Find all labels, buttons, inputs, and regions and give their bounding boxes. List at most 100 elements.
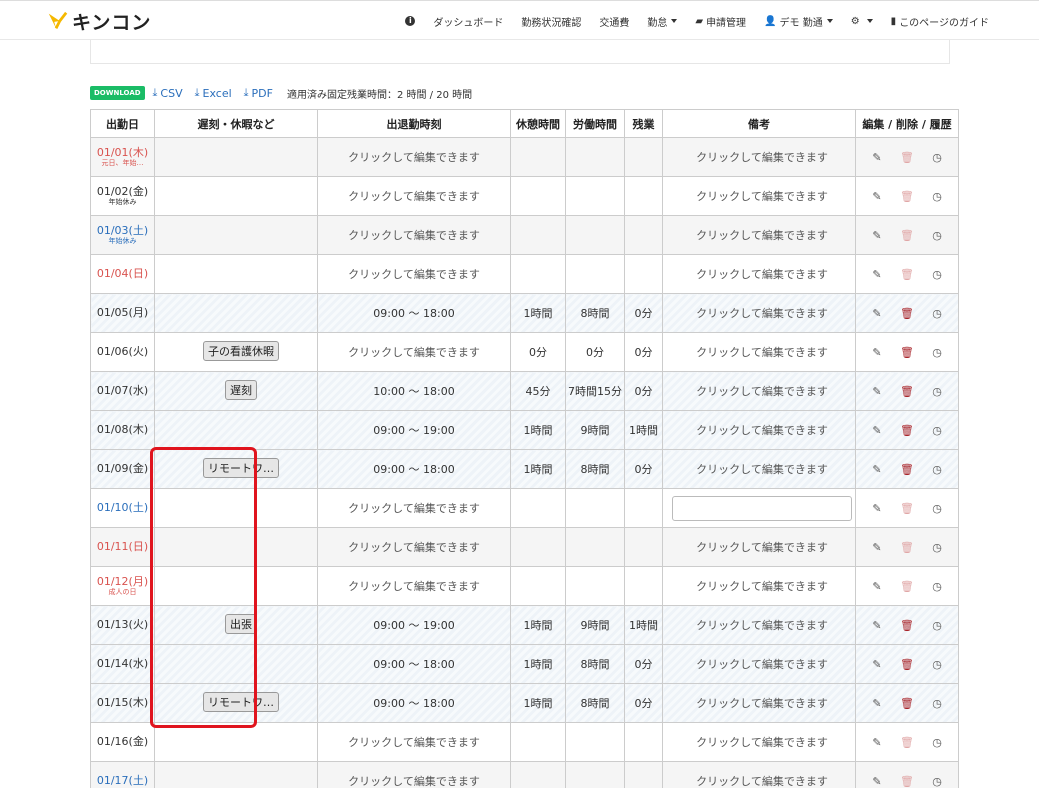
remarks-input[interactable] <box>672 495 852 521</box>
clock-cell[interactable]: クリックして編集できます <box>317 215 511 255</box>
leave-cell[interactable] <box>154 410 318 450</box>
clock-cell[interactable]: 09:00 ～ 18:00 <box>317 293 511 333</box>
remarks-cell[interactable]: クリックして編集できます <box>662 215 856 255</box>
clock-cell[interactable]: 09:00 ～ 18:00 <box>317 449 511 489</box>
trash-icon[interactable]: 🗑 <box>900 307 914 320</box>
remarks-cell[interactable]: クリックして編集できます <box>662 254 856 294</box>
excel-download-link[interactable]: ⤓ Excel <box>195 86 232 100</box>
history-clock-icon[interactable]: ◷ <box>930 658 944 671</box>
nav-item-7[interactable]: ⚙ <box>851 16 873 27</box>
history-clock-icon[interactable]: ◷ <box>930 229 944 242</box>
leave-cell[interactable]: 出張 <box>154 605 318 645</box>
history-clock-icon[interactable]: ◷ <box>930 190 944 203</box>
clock-cell[interactable]: 09:00 ～ 19:00 <box>317 605 511 645</box>
clock-cell[interactable]: クリックして編集できます <box>317 137 511 177</box>
remarks-cell[interactable]: クリックして編集できます <box>662 527 856 567</box>
edit-icon[interactable]: ✎ <box>870 619 884 632</box>
history-clock-icon[interactable]: ◷ <box>930 697 944 710</box>
leave-cell[interactable]: リモートワ… <box>154 683 318 723</box>
edit-icon[interactable]: ✎ <box>870 151 884 164</box>
trash-icon[interactable]: 🗑 <box>900 658 914 671</box>
trash-icon[interactable]: 🗑 <box>900 619 914 632</box>
edit-icon[interactable]: ✎ <box>870 190 884 203</box>
leave-cell[interactable]: リモートワ… <box>154 449 318 489</box>
clock-cell[interactable]: クリックして編集できます <box>317 254 511 294</box>
leave-tag[interactable]: 遅刻 <box>225 379 257 400</box>
leave-cell[interactable] <box>154 176 318 216</box>
leave-cell[interactable] <box>154 215 318 255</box>
clock-cell[interactable]: クリックして編集できます <box>317 722 511 762</box>
trash-icon[interactable]: 🗑 <box>900 346 914 359</box>
clock-cell[interactable]: クリックして編集できます <box>317 527 511 567</box>
trash-icon[interactable]: 🗑 <box>900 697 914 710</box>
remarks-cell[interactable]: クリックして編集できます <box>662 761 856 788</box>
pdf-download-link[interactable]: ⤓ PDF <box>244 86 273 100</box>
history-clock-icon[interactable]: ◷ <box>930 268 944 281</box>
trash-icon[interactable]: 🗑 <box>900 385 914 398</box>
edit-icon[interactable]: ✎ <box>870 424 884 437</box>
remarks-cell[interactable]: クリックして編集できます <box>662 371 856 411</box>
leave-tag[interactable]: 出張 <box>225 613 257 634</box>
trash-icon[interactable]: 🗑 <box>900 463 914 476</box>
remarks-cell[interactable]: クリックして編集できます <box>662 605 856 645</box>
leave-cell[interactable] <box>154 761 318 788</box>
clock-cell[interactable]: クリックして編集できます <box>317 761 511 788</box>
leave-cell[interactable] <box>154 644 318 684</box>
edit-icon[interactable]: ✎ <box>870 697 884 710</box>
leave-cell[interactable] <box>154 527 318 567</box>
leave-cell[interactable] <box>154 254 318 294</box>
history-clock-icon[interactable]: ◷ <box>930 385 944 398</box>
clock-cell[interactable]: クリックして編集できます <box>317 488 511 528</box>
history-clock-icon[interactable]: ◷ <box>930 346 944 359</box>
remarks-cell[interactable]: クリックして編集できます <box>662 722 856 762</box>
leave-cell[interactable] <box>154 137 318 177</box>
leave-cell[interactable]: 子の看護休暇 <box>154 332 318 372</box>
trash-icon[interactable]: 🗑 <box>900 268 914 281</box>
history-clock-icon[interactable]: ◷ <box>930 502 944 515</box>
nav-item-3[interactable]: 交通費 <box>599 14 629 29</box>
leave-cell[interactable] <box>154 488 318 528</box>
remarks-cell[interactable]: クリックして編集できます <box>662 644 856 684</box>
edit-icon[interactable]: ✎ <box>870 268 884 281</box>
clock-cell[interactable]: 10:00 ～ 18:00 <box>317 371 511 411</box>
edit-icon[interactable]: ✎ <box>870 229 884 242</box>
history-clock-icon[interactable]: ◷ <box>930 307 944 320</box>
leave-tag[interactable]: 子の看護休暇 <box>203 340 279 361</box>
trash-icon[interactable]: 🗑 <box>900 229 914 242</box>
history-clock-icon[interactable]: ◷ <box>930 619 944 632</box>
trash-icon[interactable]: 🗑 <box>900 541 914 554</box>
nav-item-0[interactable]: i <box>405 16 416 26</box>
history-clock-icon[interactable]: ◷ <box>930 424 944 437</box>
edit-icon[interactable]: ✎ <box>870 346 884 359</box>
leave-cell[interactable] <box>154 722 318 762</box>
app-logo[interactable]: キンコン <box>46 8 151 34</box>
clock-cell[interactable]: クリックして編集できます <box>317 332 511 372</box>
edit-icon[interactable]: ✎ <box>870 736 884 749</box>
nav-item-6[interactable]: 👤 デモ 勤通 <box>764 14 833 29</box>
history-clock-icon[interactable]: ◷ <box>930 151 944 164</box>
history-clock-icon[interactable]: ◷ <box>930 541 944 554</box>
remarks-cell[interactable]: クリックして編集できます <box>662 176 856 216</box>
leave-tag[interactable]: リモートワ… <box>203 691 279 712</box>
nav-item-1[interactable]: ダッシュボード <box>433 14 503 29</box>
remarks-cell[interactable]: クリックして編集できます <box>662 293 856 333</box>
history-clock-icon[interactable]: ◷ <box>930 463 944 476</box>
history-clock-icon[interactable]: ◷ <box>930 736 944 749</box>
trash-icon[interactable]: 🗑 <box>900 502 914 515</box>
nav-item-2[interactable]: 勤務状況確認 <box>521 14 581 29</box>
remarks-cell[interactable]: クリックして編集できます <box>662 137 856 177</box>
clock-cell[interactable]: 09:00 ～ 18:00 <box>317 683 511 723</box>
clock-cell[interactable]: クリックして編集できます <box>317 176 511 216</box>
remarks-cell[interactable]: クリックして編集できます <box>662 449 856 489</box>
remarks-cell[interactable]: クリックして編集できます <box>662 683 856 723</box>
edit-icon[interactable]: ✎ <box>870 541 884 554</box>
edit-icon[interactable]: ✎ <box>870 463 884 476</box>
nav-item-4[interactable]: 勤怠 <box>647 14 678 29</box>
edit-icon[interactable]: ✎ <box>870 580 884 593</box>
trash-icon[interactable]: 🗑 <box>900 190 914 203</box>
remarks-cell[interactable]: クリックして編集できます <box>662 566 856 606</box>
remarks-cell[interactable] <box>662 488 856 528</box>
remarks-cell[interactable]: クリックして編集できます <box>662 410 856 450</box>
leave-tag[interactable]: リモートワ… <box>203 457 279 478</box>
trash-icon[interactable]: 🗑 <box>900 775 914 788</box>
